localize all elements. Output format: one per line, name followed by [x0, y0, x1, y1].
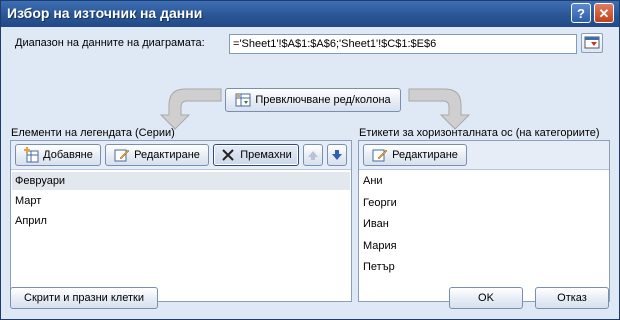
range-label: Диапазон на данните на диаграмата: [15, 37, 205, 49]
move-down-icon [332, 150, 342, 160]
move-up-icon [308, 151, 318, 160]
legend-header: Елементи на легендата (Серии) [11, 127, 175, 139]
axis-panel: Редактиране Ани Георги Иван Мария Петър [358, 140, 610, 302]
ok-label: OK [478, 292, 494, 304]
title-bar: Избор на източник на данни ? ✕ [1, 1, 619, 27]
switch-row-column-label: Превключване ред/колона [255, 94, 391, 106]
add-series-icon [24, 147, 39, 163]
switch-row-column-button[interactable]: Превключване ред/колона [225, 88, 401, 112]
edit-icon [372, 149, 388, 162]
list-item[interactable]: Ани [363, 172, 383, 190]
add-series-label: Добавяне [43, 149, 93, 161]
dialog-window: Избор на източник на данни ? ✕ Диапазон … [0, 0, 620, 320]
legend-panel: Добавяне Редактиране Премахни Февруари М… [10, 140, 352, 302]
collapse-dialog-icon [584, 36, 600, 49]
close-icon: ✕ [598, 6, 610, 21]
hidden-empty-cells-label: Скрити и празни клетки [24, 292, 144, 304]
add-series-button[interactable]: Добавяне [15, 144, 101, 166]
list-item[interactable]: Георги [363, 194, 397, 212]
list-item[interactable]: Февруари [12, 172, 350, 190]
help-button[interactable]: ? [571, 3, 591, 23]
cancel-button[interactable]: Отказ [535, 287, 609, 309]
edit-series-label: Редактиране [134, 149, 200, 161]
edit-series-button[interactable]: Редактиране [105, 144, 209, 166]
dialog-content: Диапазон на данните на диаграмата: ='She… [5, 29, 615, 315]
chart-range-field[interactable]: ='Sheet1'!$A$1:$A$6;'Sheet1'!$C$1:$E$6 [229, 34, 577, 54]
list-item[interactable]: Април [15, 212, 47, 230]
edit-axis-labels-button[interactable]: Редактиране [363, 144, 467, 166]
move-down-button[interactable] [327, 144, 347, 166]
remove-x-icon [222, 149, 234, 161]
list-item[interactable]: Петър [363, 258, 395, 276]
cancel-label: Отказ [557, 292, 587, 304]
dialog-title: Избор на източник на данни [7, 5, 203, 21]
collapse-dialog-button[interactable] [581, 33, 603, 53]
right-swap-arrow-icon [408, 88, 471, 130]
edit-icon [114, 149, 130, 162]
hidden-empty-cells-button[interactable]: Скрити и празни клетки [10, 287, 158, 309]
close-button[interactable]: ✕ [594, 3, 614, 23]
axis-header: Етикети за хоризонталната ос (на категор… [359, 127, 600, 139]
left-swap-arrow-icon [159, 88, 222, 130]
ok-button[interactable]: OK [449, 287, 523, 309]
help-icon: ? [577, 6, 585, 21]
list-item[interactable]: Мария [363, 237, 397, 255]
list-item[interactable]: Март [15, 192, 41, 210]
switch-row-column-icon [235, 93, 251, 107]
remove-series-button[interactable]: Премахни [213, 144, 299, 166]
remove-series-label: Премахни [240, 149, 292, 161]
edit-axis-labels-label: Редактиране [392, 149, 458, 161]
list-item[interactable]: Иван [363, 215, 389, 233]
move-up-button[interactable] [303, 144, 323, 166]
